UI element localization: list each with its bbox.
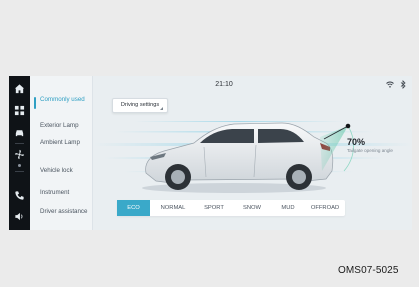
settings-menu: Commonly used Exterior Lamp Ambient Lamp…: [30, 76, 93, 230]
car-icon[interactable]: [13, 126, 26, 139]
mode-snow-button[interactable]: SNOW: [235, 200, 269, 216]
menu-item-commonly-used[interactable]: Commonly used: [30, 96, 92, 109]
mode-label: SPORT: [204, 205, 224, 211]
menu-item-label: Exterior Lamp: [40, 122, 79, 129]
rail-divider: [15, 143, 24, 144]
mode-label: ECO: [127, 205, 140, 211]
wifi-icon: [386, 81, 394, 88]
menu-item-label: Vehicle lock: [40, 167, 73, 174]
menu-item-instrument[interactable]: Instrument: [30, 189, 92, 196]
apps-icon[interactable]: [13, 104, 26, 117]
mode-eco-button[interactable]: ECO: [117, 200, 150, 216]
menu-item-label: Ambient Lamp: [40, 139, 80, 146]
menu-item-vehicle-lock[interactable]: Vehicle lock: [30, 167, 92, 174]
mode-normal-button[interactable]: NORMAL: [153, 200, 193, 216]
mode-mud-button[interactable]: MUD: [273, 200, 303, 216]
mode-offroad-button[interactable]: OFFROAD: [306, 200, 344, 216]
rail-dot: [18, 164, 21, 167]
menu-item-label: Instrument: [40, 189, 70, 196]
drive-mode-selector: ECO NORMAL SPORT SNOW MUD OFFROAD: [117, 200, 345, 216]
mode-label: SNOW: [242, 205, 262, 211]
mode-label: OFFROAD: [310, 205, 340, 211]
menu-item-label: Commonly used: [40, 96, 85, 103]
volume-icon[interactable]: [13, 210, 26, 223]
icon-rail: [9, 76, 30, 230]
menu-item-exterior-lamp[interactable]: Exterior Lamp: [30, 122, 92, 129]
bluetooth-icon: [400, 80, 406, 89]
rail-divider: [15, 171, 24, 172]
phone-icon[interactable]: [13, 189, 26, 202]
vehicle-screen: Commonly used Exterior Lamp Ambient Lamp…: [9, 76, 412, 230]
menu-item-label: Driver assistance: [40, 208, 88, 215]
clock: 21:10: [215, 81, 233, 88]
tailgate-percentage: 70%: [347, 137, 366, 147]
home-icon[interactable]: [13, 82, 26, 95]
mode-label: MUD: [281, 205, 295, 211]
menu-item-ambient-lamp[interactable]: Ambient Lamp: [30, 139, 92, 146]
fan-icon[interactable]: [13, 148, 26, 161]
tailgate-angle-label: Tailgate opening angle: [347, 148, 393, 153]
mode-sport-button[interactable]: SPORT: [196, 200, 232, 216]
menu-item-driver-assistance[interactable]: Driver assistance: [30, 208, 92, 215]
figure-code: OMS07-5025: [338, 265, 399, 276]
mode-label: NORMAL: [160, 205, 186, 211]
